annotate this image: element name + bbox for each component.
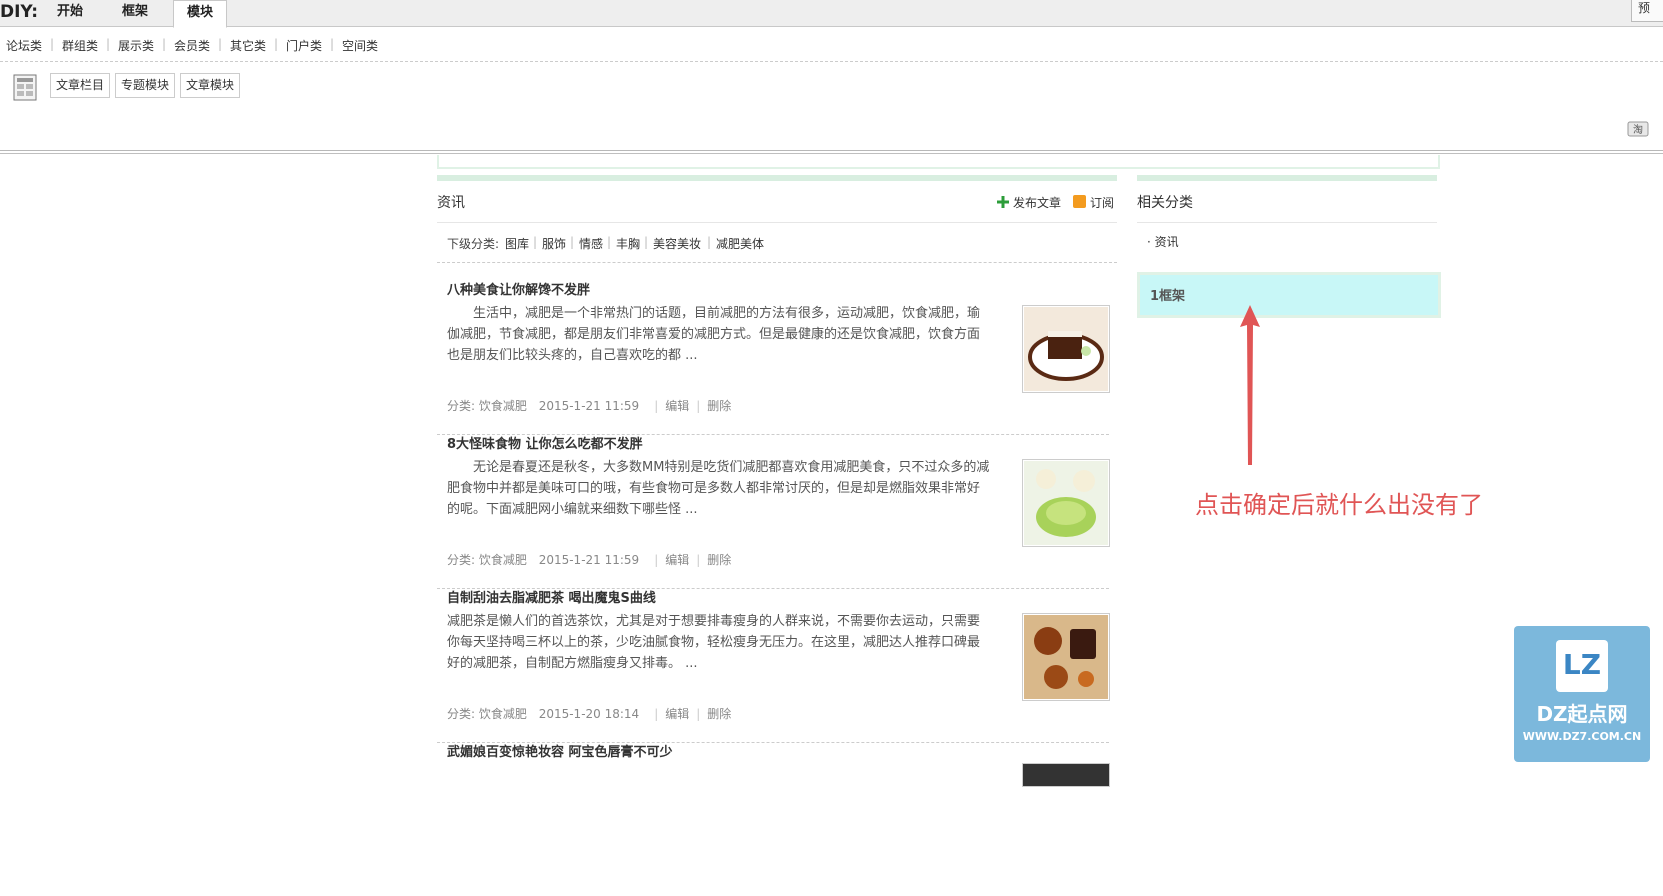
annotation-text: 点击确定后就什么出没有了 xyxy=(1195,491,1483,519)
preview-button[interactable]: 预 xyxy=(1631,0,1663,22)
article-title[interactable]: 自制刮油去脂减肥茶 喝出魔鬼S曲线 xyxy=(447,587,656,606)
page-title: 资讯 xyxy=(437,195,465,211)
divider xyxy=(0,153,1663,154)
separator: | xyxy=(162,37,167,51)
logo-name: DZ起点网 xyxy=(1536,702,1628,726)
sidebar-header: 相关分类 xyxy=(1137,190,1437,223)
category-member[interactable]: 会员类 xyxy=(174,37,210,54)
module-icon xyxy=(13,74,37,101)
article-title[interactable]: 八种美食让你解馋不发胖 xyxy=(447,279,590,298)
annotation-arrow xyxy=(1240,305,1260,465)
module-category-row: 论坛类 | 群组类 | 展示类 | 会员类 | 其它类 | 门户类 | 空间类 xyxy=(0,33,1663,62)
article-delete-link[interactable]: 删除 xyxy=(707,553,731,567)
module-topic-button[interactable]: 专题模块 xyxy=(115,73,176,98)
article-category[interactable]: 分类: 饮食减肥 xyxy=(447,399,527,413)
separator: | xyxy=(330,37,335,51)
article-item: 八种美食让你解馋不发胖 生活中，减肥是一个非常热门的话题，目前减肥的方法有很多，… xyxy=(437,279,1110,435)
sub-category-gallery[interactable]: 图库 xyxy=(505,235,529,252)
article-item: 自制刮油去脂减肥茶 喝出魔鬼S曲线 减肥茶是懒人们的首选茶饮，尤其是对于想要排毒… xyxy=(437,587,1110,743)
article-delete-link[interactable]: 删除 xyxy=(707,399,731,413)
diy-tab-bar: DIY: 开始 框架 模块 预 xyxy=(0,0,1663,28)
diy-label: DIY: xyxy=(0,2,39,22)
article-summary: 无论是春夏还是秋冬，大多数MM特别是吃货们减肥都喜欢食用减肥美食，只不过众多的减… xyxy=(447,460,990,517)
sub-category-emotion[interactable]: 情感 xyxy=(579,235,603,252)
tab-start[interactable]: 开始 xyxy=(50,0,90,26)
article-category[interactable]: 分类: 饮食减肥 xyxy=(447,553,527,567)
article-edit-link[interactable]: 编辑 xyxy=(665,553,689,567)
frame-outline-top xyxy=(437,155,1440,169)
diy-panel: DIY: 开始 框架 模块 预 论坛类 | 群组类 | 展示类 | 会员类 | … xyxy=(0,0,1663,151)
frame-block[interactable]: 1框架 xyxy=(1137,272,1441,318)
article-thumbnail[interactable] xyxy=(1022,613,1110,701)
category-space[interactable]: 空间类 xyxy=(342,37,378,54)
tab-frame[interactable]: 框架 xyxy=(115,0,155,26)
main-column-bar xyxy=(437,175,1117,181)
frame-label: 1框架 xyxy=(1150,289,1186,304)
logo-mark: LZ xyxy=(1556,640,1608,692)
sidebar-title: 相关分类 xyxy=(1137,195,1193,211)
corner-icon-text: 淘 xyxy=(1633,123,1643,136)
sub-category-slimming[interactable]: 减肥美体 xyxy=(716,235,764,252)
separator: | xyxy=(50,37,55,51)
article-item: 8大怪味食物 让你怎么吃都不发胖 无论是春夏还是秋冬，大多数MM特别是吃货们减肥… xyxy=(437,433,1110,589)
subscribe-link[interactable]: 订阅 xyxy=(1072,194,1114,211)
taobao-icon[interactable]: 淘 xyxy=(1627,121,1649,137)
separator: | xyxy=(644,235,649,249)
article-summary: 减肥茶是懒人们的首选茶饮，尤其是对于想要排毒瘦身的人群来说，不需要你去运动，只需… xyxy=(447,614,981,671)
module-article-button[interactable]: 文章模块 xyxy=(180,73,241,98)
separator: | xyxy=(533,235,538,249)
article-thumbnail[interactable] xyxy=(1022,305,1110,393)
article-edit-link[interactable]: 编辑 xyxy=(665,399,689,413)
article-date: 2015-1-21 11:59 xyxy=(538,399,640,413)
article-title[interactable]: 8大怪味食物 让你怎么吃都不发胖 xyxy=(447,433,643,452)
site-logo: LZ DZ起点网 WWW.DZ7.COM.CN xyxy=(1514,626,1650,762)
sub-category-bust[interactable]: 丰胸 xyxy=(616,235,640,252)
separator: | xyxy=(607,235,612,249)
article-thumbnail[interactable] xyxy=(1022,763,1110,787)
sub-category-label: 下级分类: xyxy=(447,237,500,251)
separator: | xyxy=(218,37,223,51)
article-meta: 分类: 饮食减肥 2015-1-20 18:14 | 编辑 | 删除 xyxy=(447,707,732,721)
separator: | xyxy=(274,37,279,51)
article-date: 2015-1-20 18:14 xyxy=(538,707,640,721)
sub-category-beauty[interactable]: 美容美妆 xyxy=(653,235,701,252)
category-forum[interactable]: 论坛类 xyxy=(6,37,42,54)
category-portal[interactable]: 门户类 xyxy=(286,37,322,54)
article-item: 武媚娘百变惊艳妆容 阿宝色唇膏不可少 xyxy=(437,741,1110,896)
article-thumbnail[interactable] xyxy=(1022,459,1110,547)
sidebar-item[interactable]: · 资讯 xyxy=(1147,233,1179,250)
article-edit-link[interactable]: 编辑 xyxy=(665,707,689,721)
article-category[interactable]: 分类: 饮食减肥 xyxy=(447,707,527,721)
main-header: 资讯 发布文章 订阅 xyxy=(437,190,1117,223)
logo-url: WWW.DZ7.COM.CN xyxy=(1522,730,1642,743)
article-delete-link[interactable]: 删除 xyxy=(707,707,731,721)
article-meta: 分类: 饮食减肥 2015-1-21 11:59 | 编辑 | 删除 xyxy=(447,399,732,413)
logo-mark-text: LZ xyxy=(1562,648,1602,681)
tab-module[interactable]: 模块 xyxy=(173,0,227,28)
article-title[interactable]: 武媚娘百变惊艳妆容 阿宝色唇膏不可少 xyxy=(447,741,673,760)
category-other[interactable]: 其它类 xyxy=(230,37,266,54)
article-summary: 生活中，减肥是一个非常热门的话题，目前减肥的方法有很多，运动减肥，饮食减肥，瑜伽… xyxy=(447,306,981,363)
sub-category-clothing[interactable]: 服饰 xyxy=(542,235,566,252)
publish-article-link[interactable]: 发布文章 xyxy=(997,194,1061,211)
separator: | xyxy=(570,235,575,249)
separator: | xyxy=(106,37,111,51)
article-meta: 分类: 饮食减肥 2015-1-21 11:59 | 编辑 | 删除 xyxy=(447,553,732,567)
side-column-bar xyxy=(1137,175,1437,181)
separator: | xyxy=(707,235,712,249)
module-article-column-button[interactable]: 文章栏目 xyxy=(50,73,111,98)
article-date: 2015-1-21 11:59 xyxy=(538,553,640,567)
category-display[interactable]: 展示类 xyxy=(118,37,154,54)
category-group[interactable]: 群组类 xyxy=(62,37,98,54)
sub-category-row: 下级分类: 图库 | 服饰 | 情感 | 丰胸 | 美容美妆 | 减肥美体 xyxy=(437,230,1117,263)
